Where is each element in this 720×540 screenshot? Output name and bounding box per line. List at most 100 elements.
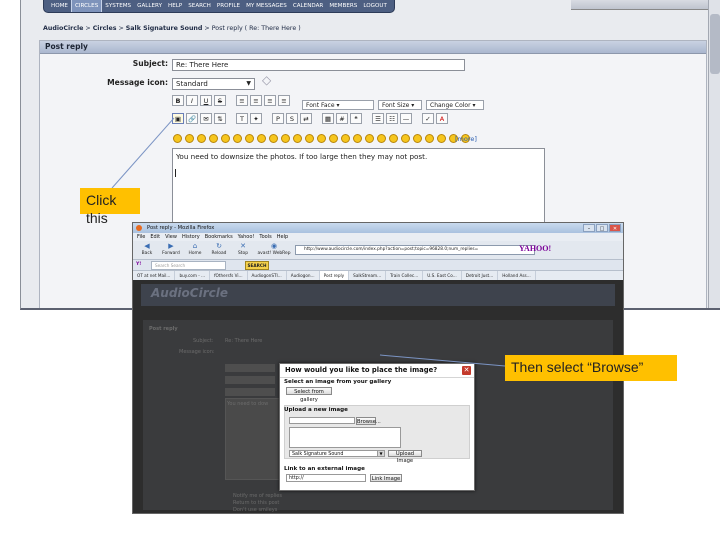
nav-item-home[interactable]: HOME — [48, 0, 71, 12]
smiley-icon[interactable] — [281, 134, 290, 143]
smiley-icon[interactable] — [365, 134, 374, 143]
menu-tools[interactable]: Tools — [259, 234, 271, 240]
message-icon-select[interactable]: Standard ▼ — [172, 78, 255, 90]
url-bar[interactable]: http://www.audiocircle.com/index.php?act… — [295, 245, 535, 255]
code-icon[interactable]: # — [336, 113, 348, 124]
smiley-icon[interactable] — [233, 134, 242, 143]
minimize-icon[interactable]: – — [583, 224, 595, 232]
nav-item-calendar[interactable]: CALENDAR — [290, 0, 327, 12]
quote-icon[interactable]: ❝ — [350, 113, 362, 124]
shadow-icon[interactable]: S — [286, 113, 298, 124]
insert-image-icon[interactable]: ▣ — [172, 113, 184, 124]
italic-icon[interactable]: I — [186, 95, 198, 106]
menu-help[interactable]: Help — [277, 234, 288, 240]
smiley-icon[interactable] — [305, 134, 314, 143]
smiley-icon[interactable] — [437, 134, 446, 143]
search-button[interactable]: SEARCH — [245, 261, 269, 270]
subject-input[interactable]: Re: There Here — [172, 59, 465, 71]
breadcrumb-circles[interactable]: Circles — [93, 25, 117, 32]
font-face-select[interactable]: Font Face ▾ — [302, 100, 374, 110]
link-image-button[interactable]: Link Image — [370, 474, 402, 482]
yahoo-search-input[interactable]: Search Search — [151, 261, 226, 270]
nav-item-systems[interactable]: SYSTEMS — [102, 0, 134, 12]
nav-item-gallery[interactable]: GALLERY — [134, 0, 165, 12]
preformatted-icon[interactable]: P — [272, 113, 284, 124]
smiley-icon[interactable] — [389, 134, 398, 143]
align-center-icon[interactable]: ≡ — [250, 95, 262, 106]
smiley-icon[interactable] — [269, 134, 278, 143]
menu-bar: File Edit View History Bookmarks Yahoo! Tools H… — [133, 233, 623, 241]
bulleted-list-icon[interactable]: ☰ — [372, 113, 384, 124]
menu-bookmarks[interactable]: Bookmarks — [205, 234, 233, 240]
menu-yahoo[interactable]: Yahoo! — [238, 234, 255, 240]
select-from-gallery-button[interactable]: Select from gallery — [286, 387, 332, 403]
smiley-icon[interactable] — [197, 134, 206, 143]
font-size-select[interactable]: Font Size ▾ — [378, 100, 422, 110]
nav-item-my-messages[interactable]: MY MESSAGES — [243, 0, 290, 12]
nav-item-logout[interactable]: LOGOUT — [360, 0, 390, 12]
upload-image-button[interactable]: Upload Image — [388, 450, 422, 464]
close-icon[interactable]: ✕ — [609, 224, 621, 232]
breadcrumb-root[interactable]: AudioCircle — [43, 25, 83, 32]
underline-icon[interactable]: U — [200, 95, 212, 106]
table-icon[interactable]: ▦ — [322, 113, 334, 124]
smiley-icon[interactable] — [329, 134, 338, 143]
menu-view[interactable]: View — [165, 234, 177, 240]
menu-edit[interactable]: Edit — [150, 234, 160, 240]
more-smileys-link[interactable]: [more] — [455, 135, 477, 143]
nav-item-profile[interactable]: PROFILE — [214, 0, 243, 12]
smiley-icon[interactable] — [221, 134, 230, 143]
scrollbar-thumb[interactable] — [710, 14, 720, 74]
horizontal-rule-icon[interactable]: — — [400, 113, 412, 124]
strikethrough-icon[interactable]: S — [214, 95, 226, 106]
smiley-icon[interactable] — [413, 134, 422, 143]
numbered-list-icon[interactable]: ☷ — [386, 113, 398, 124]
bold-icon[interactable]: B — [172, 95, 184, 106]
smiley-icon[interactable] — [401, 134, 410, 143]
image-description-textarea[interactable] — [289, 427, 401, 448]
breadcrumb-group[interactable]: Salk Signature Sound — [126, 25, 203, 32]
avast-webrep-button[interactable]: ◉ avast! WebRep — [257, 242, 291, 256]
ftp-icon[interactable]: ⇅ — [214, 113, 226, 124]
browse-button[interactable]: Browse... — [356, 417, 381, 425]
glow-icon[interactable]: ✦ — [250, 113, 262, 124]
align-left-icon[interactable]: ≡ — [236, 95, 248, 106]
stop-button[interactable]: ✕ Stop — [231, 242, 255, 256]
smiley-icon[interactable] — [317, 134, 326, 143]
marquee-icon[interactable]: ⇄ — [300, 113, 312, 124]
smiley-icon[interactable] — [377, 134, 386, 143]
link-icon[interactable]: 🔗 — [186, 113, 198, 124]
menu-file[interactable]: File — [137, 234, 145, 240]
home-button[interactable]: ⌂ Home — [183, 242, 207, 256]
close-icon[interactable]: ✕ — [462, 366, 471, 375]
nav-item-help[interactable]: HELP — [165, 0, 185, 12]
smiley-icon[interactable] — [257, 134, 266, 143]
reload-button[interactable]: ↻ Reload — [207, 242, 231, 256]
external-image-url-input[interactable]: http:// — [286, 474, 366, 482]
smiley-icon[interactable] — [353, 134, 362, 143]
menu-history[interactable]: History — [182, 234, 200, 240]
smiley-icon[interactable] — [293, 134, 302, 143]
smiley-icon[interactable] — [209, 134, 218, 143]
nav-item-search[interactable]: SEARCH — [185, 0, 214, 12]
nav-item-circles[interactable]: CIRCLES — [70, 0, 103, 12]
smiley-icon[interactable] — [173, 134, 182, 143]
circle-select[interactable]: Salk Signature Sound ▼ — [289, 450, 385, 457]
file-path-input[interactable] — [289, 417, 355, 424]
spellcheck-icon[interactable]: ✓ — [422, 113, 434, 124]
smiley-icon[interactable] — [185, 134, 194, 143]
email-icon[interactable]: ✉ — [200, 113, 212, 124]
page-scrollbar[interactable] — [708, 0, 720, 308]
font-color-icon[interactable]: A — [436, 113, 448, 124]
nav-item-members[interactable]: MEMBERS — [326, 0, 360, 12]
teletype-icon[interactable]: T — [236, 113, 248, 124]
smiley-icon[interactable] — [341, 134, 350, 143]
justify-icon[interactable]: ≡ — [278, 95, 290, 106]
forward-button[interactable]: ▶ Forward — [159, 242, 183, 256]
smiley-icon[interactable] — [425, 134, 434, 143]
smiley-icon[interactable] — [245, 134, 254, 143]
align-right-icon[interactable]: ≡ — [264, 95, 276, 106]
maximize-icon[interactable]: □ — [596, 224, 608, 232]
change-color-select[interactable]: Change Color ▾ — [426, 100, 484, 110]
back-button[interactable]: ◀ Back — [135, 242, 159, 256]
